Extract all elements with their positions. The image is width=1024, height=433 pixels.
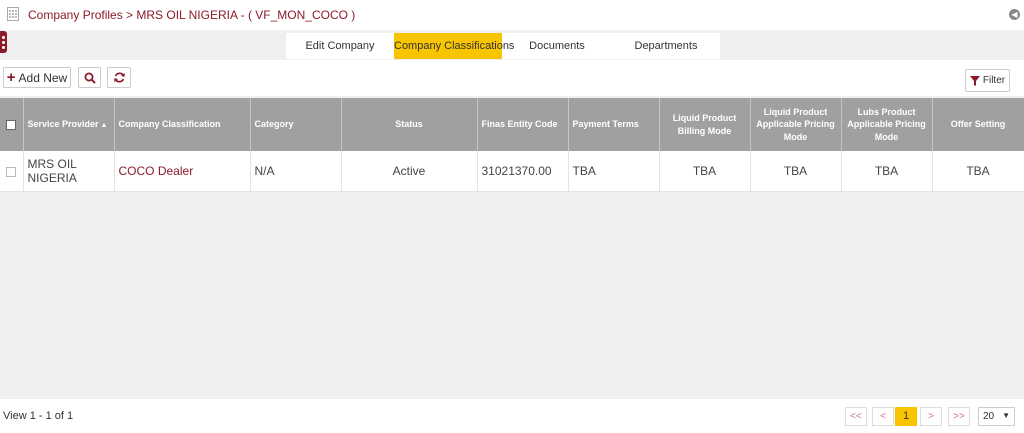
column-header-service-provider[interactable]: Service Provider ▲ (23, 98, 115, 151)
add-new-button[interactable]: + Add New (3, 67, 71, 88)
row-select-cell (0, 151, 24, 192)
cell-lubs-pricing-mode: TBA (841, 151, 933, 192)
column-header-liquid-billing-mode[interactable]: Liquid Product Billing Mode (659, 98, 751, 151)
top-bar: Company Profiles > MRS OIL NIGERIA - ( V… (0, 0, 1024, 30)
sort-icon: ▲ (100, 122, 108, 130)
cell-category: N/A (250, 151, 342, 192)
filter-button[interactable]: Filter (965, 69, 1010, 92)
toolbar: + Add New Filter (0, 60, 1024, 96)
table-header-row: Service Provider ▲ Company Classification… (0, 98, 1024, 151)
column-header-status[interactable]: Status (341, 98, 478, 151)
last-page-button[interactable]: >> (948, 407, 970, 426)
back-arrow-icon[interactable]: ◀ (1009, 9, 1020, 20)
chevron-down-icon: ▼ (1002, 411, 1010, 420)
cell-status: Active (341, 151, 478, 192)
tab-bar: Edit Company Company Classifications Doc… (286, 33, 720, 59)
page-size-select[interactable]: 20 ▼ (978, 407, 1015, 426)
page-size-value: 20 (983, 411, 995, 422)
column-header-payment-terms[interactable]: Payment Terms (568, 98, 660, 151)
current-page-button[interactable]: 1 (895, 407, 917, 426)
record-count-text: View 1 - 1 of 1 (3, 410, 74, 422)
refresh-button[interactable] (107, 67, 131, 88)
cell-offer-setting: TBA (932, 151, 1024, 192)
column-header-finas-entity-code[interactable]: Finas Entity Code (477, 98, 569, 151)
funnel-icon (969, 75, 980, 86)
select-all-cell (0, 98, 24, 151)
cell-company-classification[interactable]: COCO Dealer (114, 151, 251, 192)
cell-finas-entity-code: 31021370.00 (477, 151, 569, 192)
table-row[interactable]: MRS OIL NIGERIA COCO Dealer N/A Active 3… (0, 151, 1024, 192)
document-icon (7, 7, 19, 21)
side-menu-toggle[interactable] (0, 31, 7, 53)
search-button[interactable] (78, 67, 101, 88)
search-icon (84, 72, 96, 84)
column-header-category[interactable]: Category (250, 98, 342, 151)
next-page-button[interactable]: > (920, 407, 942, 426)
tab-edit-company[interactable]: Edit Company (286, 33, 394, 59)
tab-documents[interactable]: Documents (502, 33, 612, 59)
column-header-lubs-pricing-mode[interactable]: Lubs Product Applicable Pricing Mode (841, 98, 933, 151)
pager-bar: View 1 - 1 of 1 << < 1 > >> 20 ▼ (0, 399, 1024, 433)
select-all-checkbox[interactable] (6, 119, 17, 130)
breadcrumb[interactable]: Company Profiles > MRS OIL NIGERIA - ( V… (28, 8, 355, 22)
prev-page-button[interactable]: < (872, 407, 894, 426)
add-new-label: Add New (18, 70, 68, 85)
cell-service-provider: MRS OIL NIGERIA (23, 151, 115, 192)
filter-label: Filter (982, 75, 1006, 86)
cell-liquid-pricing-mode: TBA (750, 151, 842, 192)
refresh-icon (113, 72, 125, 83)
column-header-offer-setting[interactable]: Offer Setting (932, 98, 1024, 151)
cell-payment-terms: TBA (568, 151, 660, 192)
plus-icon: + (6, 69, 16, 86)
column-header-company-classification[interactable]: Company Classification (114, 98, 251, 151)
row-checkbox[interactable] (6, 166, 17, 177)
classification-table: Service Provider ▲ Company Classification… (0, 98, 1024, 192)
first-page-button[interactable]: << (845, 407, 867, 426)
cell-liquid-billing-mode: TBA (659, 151, 751, 192)
tab-company-classifications[interactable]: Company Classifications (394, 33, 514, 59)
column-header-liquid-pricing-mode[interactable]: Liquid Product Applicable Pricing Mode (750, 98, 842, 151)
tab-departments[interactable]: Departments (612, 33, 720, 59)
